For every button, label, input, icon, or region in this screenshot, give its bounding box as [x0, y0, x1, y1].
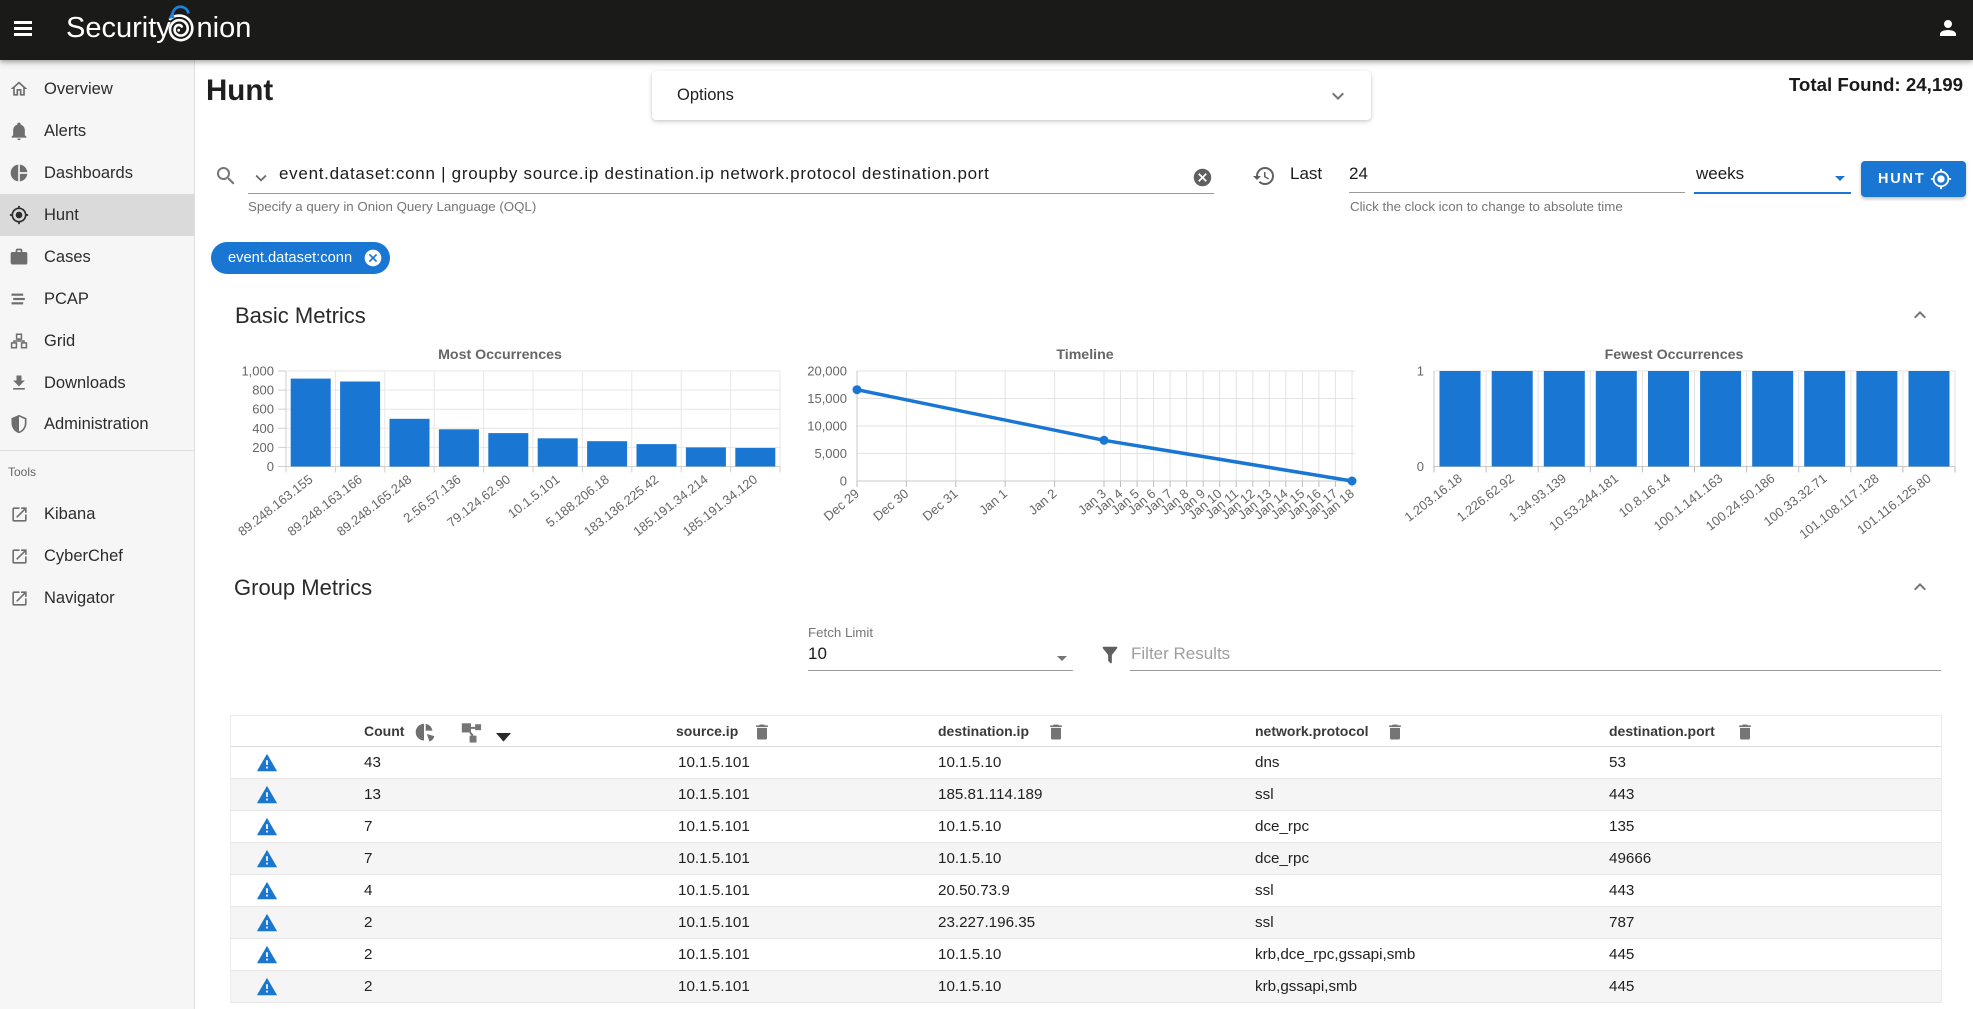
- svg-text:Most Occurrences: Most Occurrences: [438, 347, 562, 363]
- svg-text:Fewest Occurrences: Fewest Occurrences: [1605, 347, 1744, 363]
- svg-text:800: 800: [252, 383, 274, 398]
- svg-text:0: 0: [267, 459, 274, 474]
- svg-text:0: 0: [1417, 459, 1424, 474]
- svg-text:15,000: 15,000: [807, 391, 847, 406]
- svg-text:Dec 29: Dec 29: [821, 486, 862, 524]
- svg-text:400: 400: [252, 421, 274, 436]
- svg-text:10,000: 10,000: [807, 419, 847, 434]
- svg-text:600: 600: [252, 402, 274, 417]
- svg-text:Jan 2: Jan 2: [1026, 486, 1060, 518]
- svg-text:20,000: 20,000: [807, 364, 847, 379]
- svg-text:Dec 31: Dec 31: [920, 486, 961, 524]
- svg-text:1,000: 1,000: [241, 364, 274, 379]
- svg-text:Timeline: Timeline: [1056, 347, 1113, 363]
- svg-text:1: 1: [1417, 364, 1424, 379]
- svg-text:Jan 1: Jan 1: [976, 486, 1010, 518]
- svg-text:5,000: 5,000: [814, 446, 847, 461]
- svg-text:200: 200: [252, 440, 274, 455]
- svg-text:Dec 30: Dec 30: [870, 486, 911, 524]
- svg-text:0: 0: [840, 474, 847, 489]
